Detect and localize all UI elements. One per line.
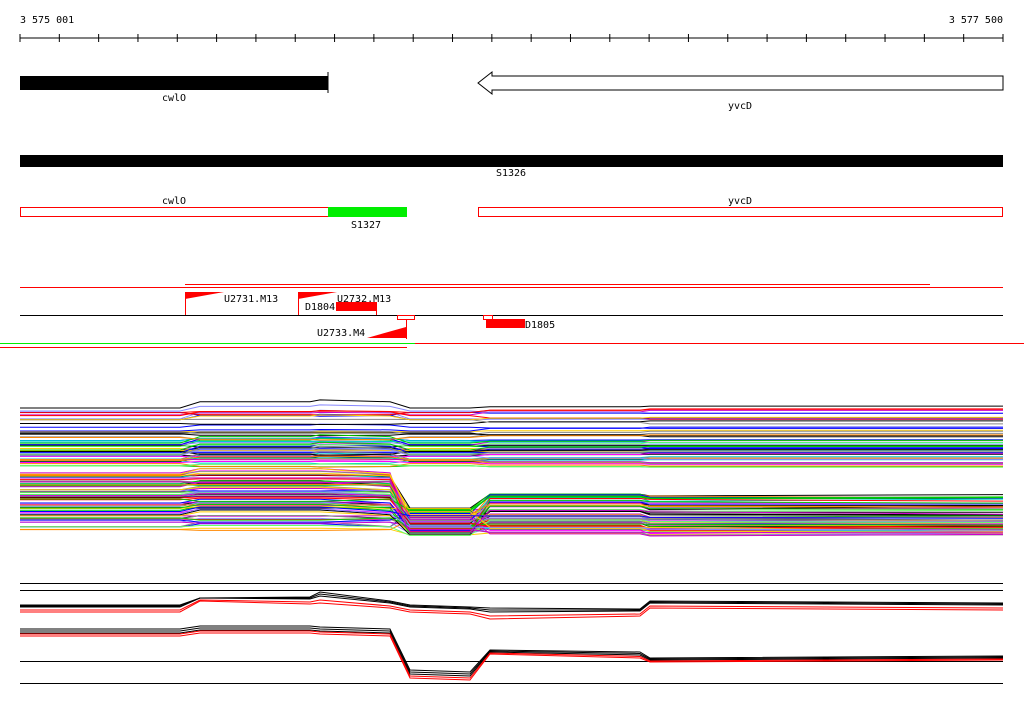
segment-S1326[interactable] (20, 155, 1003, 167)
feature-label-D1804: D1804 (305, 302, 335, 313)
coordinate-ruler: 3 575 001 3 577 500 (19, 15, 1004, 42)
segment-label-S1327: S1327 (351, 220, 381, 231)
feature-D1804[interactable] (336, 302, 377, 311)
expression-profiles (20, 399, 1004, 537)
feature-label-U2731: U2731.M13 (224, 294, 278, 305)
gene-label-cwlO: cwlO (162, 93, 186, 104)
ruler-end-label: 3 577 500 (949, 15, 1003, 26)
segment-label-cwlO: cwlO (162, 196, 186, 207)
segment-label-yvcD: yvcD (728, 196, 752, 207)
profile-line-upper (20, 399, 1003, 409)
summary-trace-lower (20, 627, 1004, 675)
feature-D1805[interactable] (486, 319, 525, 328)
gene-cwlO[interactable] (20, 76, 328, 90)
feature-U2731-marker[interactable] (185, 292, 224, 299)
feature-U2733-bracket (397, 315, 415, 320)
segment-cwlO[interactable] (20, 207, 329, 217)
summary-profiles (20, 583, 1004, 684)
segment-track: S1326 cwlO S1327 yvcD (20, 155, 1003, 231)
gene-yvcD-arrow[interactable] (477, 70, 1004, 96)
segment-label-S1326: S1326 (496, 168, 526, 179)
feature-D1805-bracket (483, 315, 493, 320)
feature-label-D1805: D1805 (525, 320, 555, 331)
transcript-feature-track: U2731.M13 U2732.M13 D1804 U2733.M4 D1805 (0, 284, 1024, 348)
feature-U2733-marker[interactable] (367, 327, 406, 338)
genome-browser-view: 3 575 001 3 577 500 cwlO yvcD S1326 cwlO… (0, 15, 1024, 684)
feature-label-U2733: U2733.M4 (317, 328, 365, 339)
gene-label-yvcD: yvcD (728, 101, 752, 112)
segment-S1327[interactable] (328, 207, 407, 217)
gene-track: cwlO yvcD (20, 70, 1004, 112)
summary-trace-lower (20, 629, 1004, 677)
ruler-start-label: 3 575 001 (20, 15, 74, 26)
segment-yvcD[interactable] (478, 207, 1003, 217)
feature-U2732-marker[interactable] (298, 292, 337, 299)
profile-line-upper (20, 423, 1003, 429)
